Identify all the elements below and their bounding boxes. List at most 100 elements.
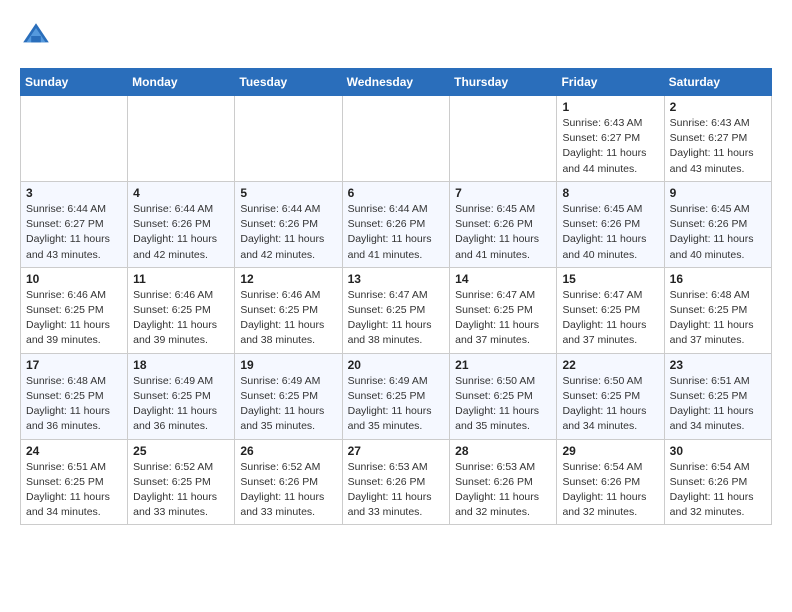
- calendar-week-row: 3 Sunrise: 6:44 AM Sunset: 6:27 PM Daylig…: [21, 181, 772, 267]
- calendar-cell: 17Sunrise: 6:48 AM Sunset: 6:25 PM Dayli…: [21, 353, 128, 439]
- day-info: Sunrise: 6:47 AM Sunset: 6:25 PM Dayligh…: [562, 288, 658, 349]
- calendar-cell: 26 Sunrise: 6:52 AM Sunset: 6:26 PM Dayli…: [235, 439, 342, 525]
- day-number: 20: [348, 358, 445, 372]
- calendar-cell: 6 Sunrise: 6:44 AM Sunset: 6:26 PM Daylig…: [342, 181, 450, 267]
- day-number: 14: [455, 272, 551, 286]
- calendar-cell: [342, 96, 450, 182]
- calendar-header-saturday: Saturday: [664, 69, 771, 96]
- day-number: 12: [240, 272, 336, 286]
- day-number: 8: [562, 186, 658, 200]
- day-number: 13: [348, 272, 445, 286]
- day-info: Sunrise: 6:48 AM Sunset: 6:25 PM Dayligh…: [670, 288, 766, 349]
- day-info: Sunrise: 6:43 AM Sunset: 6:27 PM Dayligh…: [562, 116, 658, 177]
- day-info: Sunrise: 6:46 AM Sunset: 6:25 PM Dayligh…: [133, 288, 229, 349]
- day-number: 18: [133, 358, 229, 372]
- calendar-cell: 29 Sunrise: 6:54 AM Sunset: 6:26 PM Dayli…: [557, 439, 664, 525]
- calendar-cell: 20 Sunrise: 6:49 AM Sunset: 6:25 PM Dayli…: [342, 353, 450, 439]
- day-number: 7: [455, 186, 551, 200]
- day-info: Sunrise: 6:52 AM Sunset: 6:25 PM Dayligh…: [133, 460, 229, 521]
- calendar-cell: 1 Sunrise: 6:43 AM Sunset: 6:27 PM Daylig…: [557, 96, 664, 182]
- calendar-cell: [450, 96, 557, 182]
- calendar-header-thursday: Thursday: [450, 69, 557, 96]
- calendar-cell: 28 Sunrise: 6:53 AM Sunset: 6:26 PM Dayli…: [450, 439, 557, 525]
- day-info: Sunrise: 6:45 AM Sunset: 6:26 PM Dayligh…: [455, 202, 551, 263]
- calendar-cell: 7 Sunrise: 6:45 AM Sunset: 6:26 PM Daylig…: [450, 181, 557, 267]
- day-info: Sunrise: 6:50 AM Sunset: 6:25 PM Dayligh…: [562, 374, 658, 435]
- day-info: Sunrise: 6:53 AM Sunset: 6:26 PM Dayligh…: [455, 460, 551, 521]
- day-info: Sunrise: 6:44 AM Sunset: 6:26 PM Dayligh…: [240, 202, 336, 263]
- day-number: 11: [133, 272, 229, 286]
- calendar-header-monday: Monday: [128, 69, 235, 96]
- day-info: Sunrise: 6:45 AM Sunset: 6:26 PM Dayligh…: [670, 202, 766, 263]
- calendar-header-row: SundayMondayTuesdayWednesdayThursdayFrid…: [21, 69, 772, 96]
- day-number: 10: [26, 272, 122, 286]
- day-number: 6: [348, 186, 445, 200]
- calendar-cell: 11 Sunrise: 6:46 AM Sunset: 6:25 PM Dayli…: [128, 267, 235, 353]
- day-number: 3: [26, 186, 122, 200]
- calendar-week-row: 1 Sunrise: 6:43 AM Sunset: 6:27 PM Daylig…: [21, 96, 772, 182]
- calendar-header-friday: Friday: [557, 69, 664, 96]
- day-info: Sunrise: 6:49 AM Sunset: 6:25 PM Dayligh…: [348, 374, 445, 435]
- day-info: Sunrise: 6:46 AM Sunset: 6:25 PM Dayligh…: [26, 288, 122, 349]
- calendar-cell: 12 Sunrise: 6:46 AM Sunset: 6:25 PM Dayli…: [235, 267, 342, 353]
- day-info: Sunrise: 6:44 AM Sunset: 6:26 PM Dayligh…: [348, 202, 445, 263]
- day-number: 25: [133, 444, 229, 458]
- day-number: 21: [455, 358, 551, 372]
- day-number: 19: [240, 358, 336, 372]
- calendar-cell: 22 Sunrise: 6:50 AM Sunset: 6:25 PM Dayli…: [557, 353, 664, 439]
- day-number: 1: [562, 100, 658, 114]
- day-info: Sunrise: 6:52 AM Sunset: 6:26 PM Dayligh…: [240, 460, 336, 521]
- day-info: Sunrise: 6:51 AM Sunset: 6:25 PM Dayligh…: [670, 374, 766, 435]
- day-number: 2: [670, 100, 766, 114]
- calendar-cell: 21 Sunrise: 6:50 AM Sunset: 6:25 PM Dayli…: [450, 353, 557, 439]
- logo: [20, 20, 56, 52]
- page-header: [20, 20, 772, 52]
- day-info: Sunrise: 6:49 AM Sunset: 6:25 PM Dayligh…: [133, 374, 229, 435]
- day-info: Sunrise: 6:51 AM Sunset: 6:25 PM Dayligh…: [26, 460, 122, 521]
- calendar-table: SundayMondayTuesdayWednesdayThursdayFrid…: [20, 68, 772, 525]
- calendar-week-row: 17Sunrise: 6:48 AM Sunset: 6:25 PM Dayli…: [21, 353, 772, 439]
- calendar-cell: 18 Sunrise: 6:49 AM Sunset: 6:25 PM Dayli…: [128, 353, 235, 439]
- calendar-cell: 4Sunrise: 6:44 AM Sunset: 6:26 PM Daylig…: [128, 181, 235, 267]
- calendar-header-tuesday: Tuesday: [235, 69, 342, 96]
- calendar-cell: 8Sunrise: 6:45 AM Sunset: 6:26 PM Daylig…: [557, 181, 664, 267]
- day-number: 23: [670, 358, 766, 372]
- calendar-cell: 13Sunrise: 6:47 AM Sunset: 6:25 PM Dayli…: [342, 267, 450, 353]
- day-info: Sunrise: 6:43 AM Sunset: 6:27 PM Dayligh…: [670, 116, 766, 177]
- day-info: Sunrise: 6:54 AM Sunset: 6:26 PM Dayligh…: [670, 460, 766, 521]
- day-info: Sunrise: 6:44 AM Sunset: 6:27 PM Dayligh…: [26, 202, 122, 263]
- calendar-week-row: 24Sunrise: 6:51 AM Sunset: 6:25 PM Dayli…: [21, 439, 772, 525]
- calendar-cell: 10 Sunrise: 6:46 AM Sunset: 6:25 PM Dayli…: [21, 267, 128, 353]
- day-info: Sunrise: 6:47 AM Sunset: 6:25 PM Dayligh…: [455, 288, 551, 349]
- calendar-header-sunday: Sunday: [21, 69, 128, 96]
- calendar-week-row: 10 Sunrise: 6:46 AM Sunset: 6:25 PM Dayli…: [21, 267, 772, 353]
- day-info: Sunrise: 6:54 AM Sunset: 6:26 PM Dayligh…: [562, 460, 658, 521]
- logo-icon: [20, 20, 52, 52]
- calendar-cell: 2 Sunrise: 6:43 AM Sunset: 6:27 PM Daylig…: [664, 96, 771, 182]
- day-number: 28: [455, 444, 551, 458]
- day-info: Sunrise: 6:53 AM Sunset: 6:26 PM Dayligh…: [348, 460, 445, 521]
- day-number: 30: [670, 444, 766, 458]
- day-info: Sunrise: 6:49 AM Sunset: 6:25 PM Dayligh…: [240, 374, 336, 435]
- calendar-cell: 9 Sunrise: 6:45 AM Sunset: 6:26 PM Daylig…: [664, 181, 771, 267]
- calendar-cell: [235, 96, 342, 182]
- day-number: 26: [240, 444, 336, 458]
- calendar-cell: 25 Sunrise: 6:52 AM Sunset: 6:25 PM Dayli…: [128, 439, 235, 525]
- calendar-cell: 30 Sunrise: 6:54 AM Sunset: 6:26 PM Dayli…: [664, 439, 771, 525]
- calendar-header-wednesday: Wednesday: [342, 69, 450, 96]
- calendar-cell: 5Sunrise: 6:44 AM Sunset: 6:26 PM Daylig…: [235, 181, 342, 267]
- day-number: 9: [670, 186, 766, 200]
- day-number: 27: [348, 444, 445, 458]
- day-number: 22: [562, 358, 658, 372]
- calendar-cell: 16Sunrise: 6:48 AM Sunset: 6:25 PM Dayli…: [664, 267, 771, 353]
- calendar-cell: 27 Sunrise: 6:53 AM Sunset: 6:26 PM Dayli…: [342, 439, 450, 525]
- day-info: Sunrise: 6:46 AM Sunset: 6:25 PM Dayligh…: [240, 288, 336, 349]
- day-number: 29: [562, 444, 658, 458]
- day-info: Sunrise: 6:50 AM Sunset: 6:25 PM Dayligh…: [455, 374, 551, 435]
- calendar-cell: 23 Sunrise: 6:51 AM Sunset: 6:25 PM Dayli…: [664, 353, 771, 439]
- calendar-cell: [128, 96, 235, 182]
- calendar-cell: 19 Sunrise: 6:49 AM Sunset: 6:25 PM Dayli…: [235, 353, 342, 439]
- day-number: 4: [133, 186, 229, 200]
- calendar-cell: 15Sunrise: 6:47 AM Sunset: 6:25 PM Dayli…: [557, 267, 664, 353]
- calendar-cell: 14 Sunrise: 6:47 AM Sunset: 6:25 PM Dayli…: [450, 267, 557, 353]
